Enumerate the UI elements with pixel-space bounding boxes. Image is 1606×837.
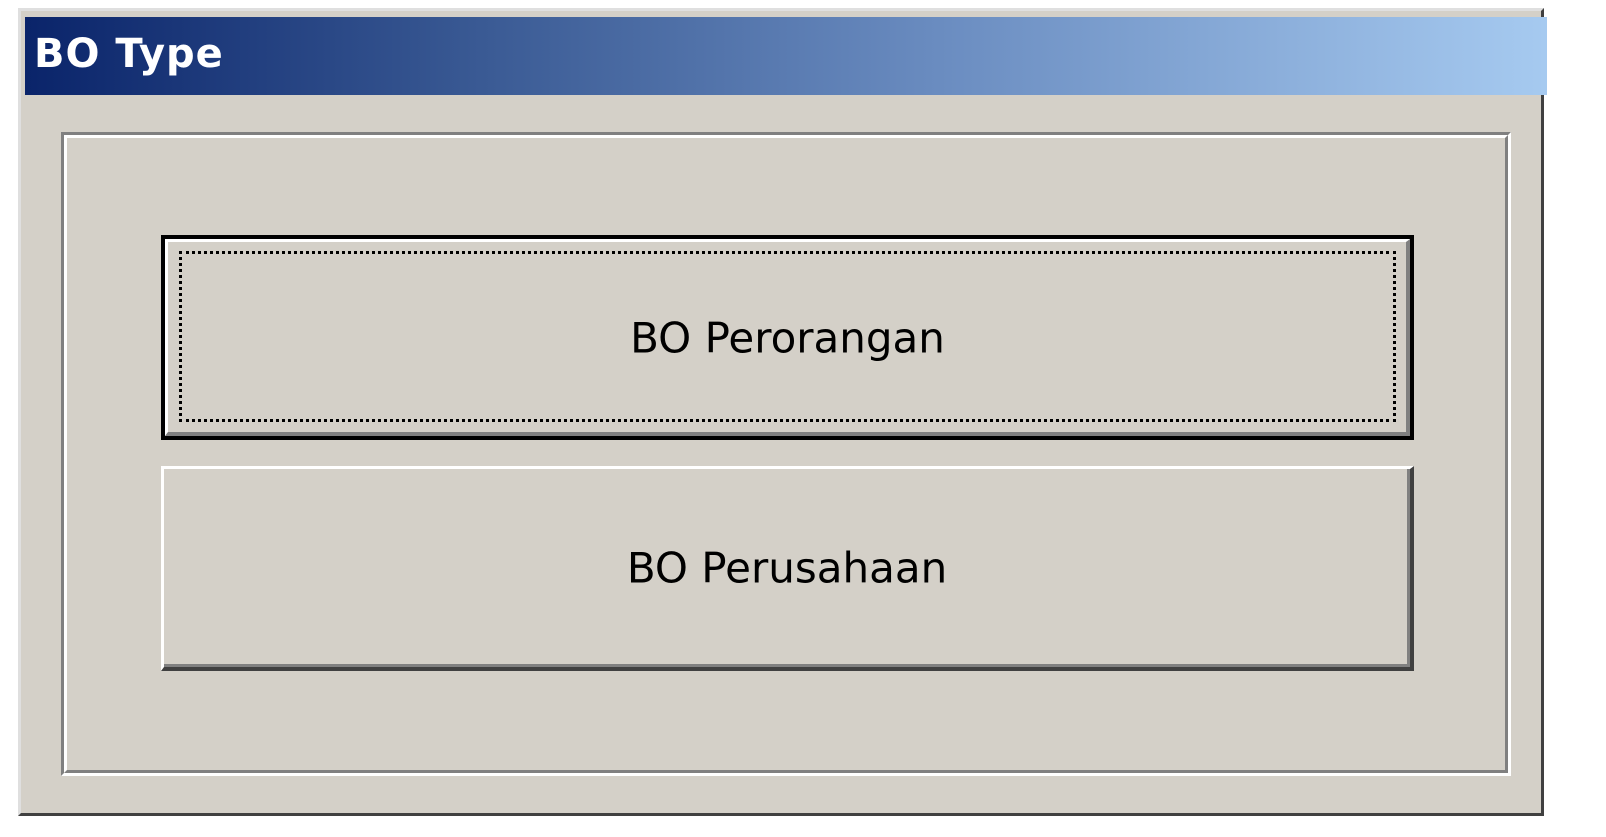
group-frame-inner-border <box>64 135 1508 773</box>
bo-perorangan-label: BO Perorangan <box>630 313 945 362</box>
button-group-frame <box>61 132 1511 776</box>
bo-perorangan-button[interactable]: BO Perorangan <box>161 235 1414 440</box>
bo-perusahaan-button[interactable]: BO Perusahaan <box>161 466 1414 671</box>
bo-type-dialog: BO Type BO Perorangan BO Perusahaan <box>18 8 1547 816</box>
title-bar[interactable]: BO Type <box>25 17 1547 95</box>
window-title: BO Type <box>34 31 224 77</box>
bo-perusahaan-label: BO Perusahaan <box>626 543 948 593</box>
